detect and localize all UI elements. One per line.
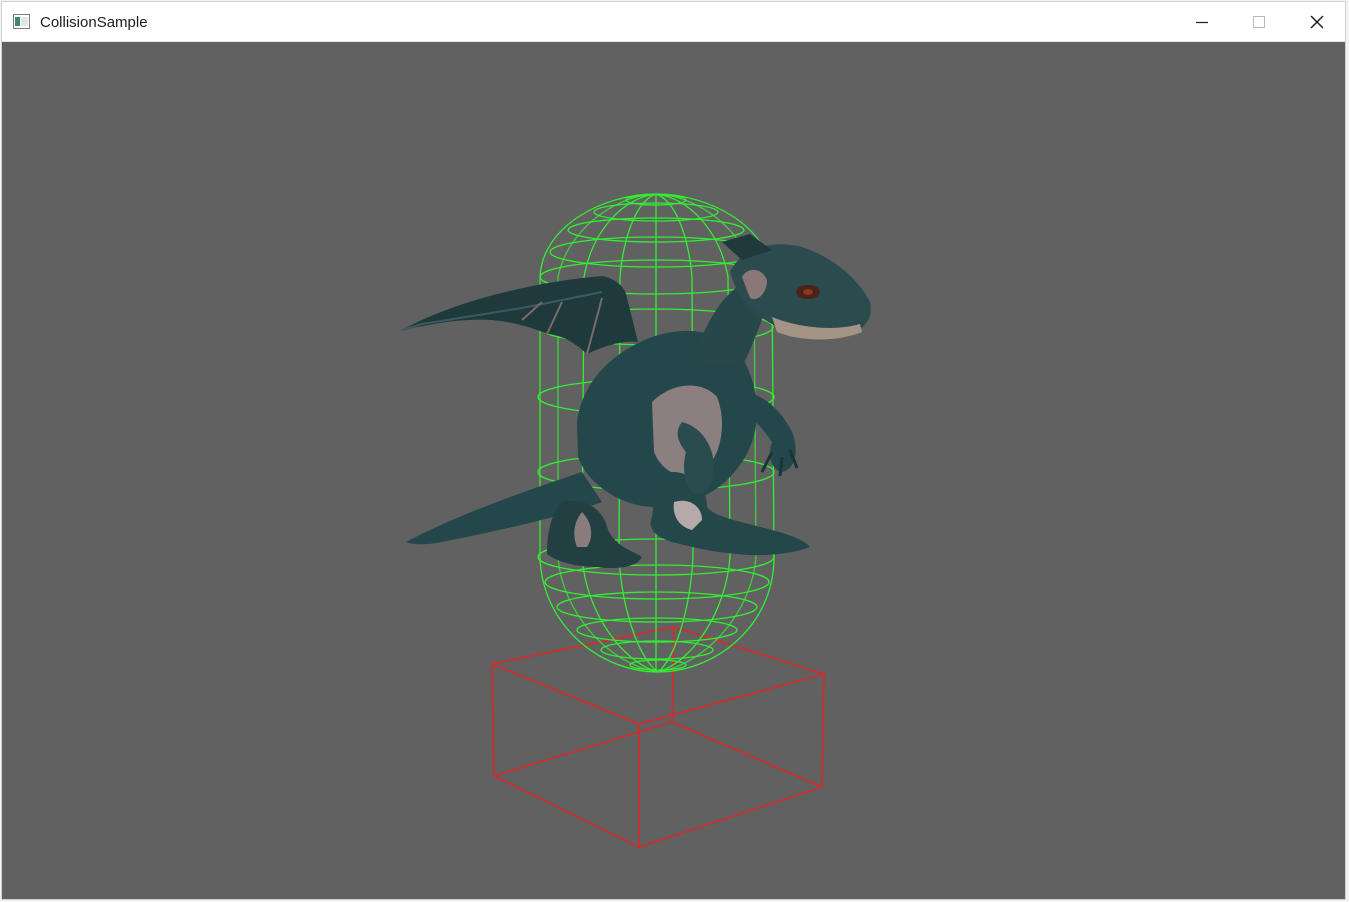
app-window: CollisionSample <box>1 1 1346 900</box>
render-viewport[interactable] <box>2 42 1345 899</box>
window-title: CollisionSample <box>40 14 148 31</box>
minimize-button[interactable] <box>1174 2 1230 42</box>
maximize-icon <box>1253 16 1265 28</box>
close-button[interactable] <box>1289 2 1345 42</box>
title-bar[interactable]: CollisionSample <box>2 2 1345 42</box>
close-icon <box>1310 15 1324 29</box>
app-window-icon <box>13 14 30 29</box>
dragon-model <box>401 234 871 569</box>
scene-canvas <box>401 193 871 848</box>
maximize-button[interactable] <box>1231 2 1287 42</box>
minimize-icon <box>1196 21 1208 24</box>
